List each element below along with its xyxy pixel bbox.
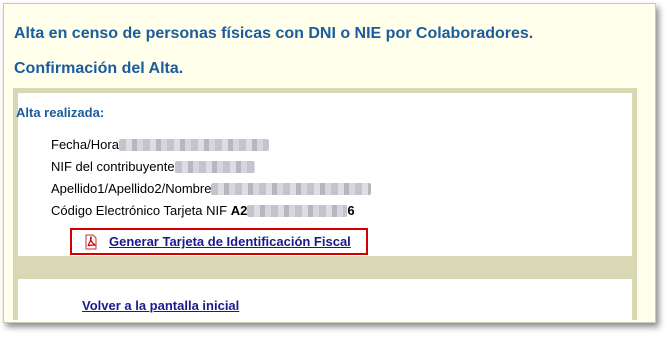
confirmation-window: Alta en censo de personas físicas con DN… bbox=[3, 3, 656, 323]
redacted-value bbox=[247, 204, 348, 217]
pdf-icon[interactable] bbox=[83, 234, 99, 250]
page-title: Alta en censo de personas físicas con DN… bbox=[14, 25, 534, 42]
redacted-value bbox=[174, 160, 255, 173]
page-subtitle: Confirmación del Alta. bbox=[14, 60, 184, 77]
redacted-value bbox=[211, 182, 372, 195]
redacted-value bbox=[118, 138, 269, 151]
field-label: NIF del contribuyente bbox=[51, 159, 175, 174]
field-label: Código Electrónico Tarjeta NIF bbox=[51, 203, 228, 218]
code-prefix: A2 bbox=[230, 203, 248, 218]
section-title: Alta realizada: bbox=[16, 105, 105, 120]
generate-card-link[interactable]: Generar Tarjeta de Identificación Fiscal bbox=[109, 234, 351, 249]
code-suffix: 6 bbox=[347, 203, 355, 218]
field-nif-contribuyente: NIF del contribuyente bbox=[51, 159, 255, 174]
field-fecha-hora: Fecha/Hora bbox=[51, 137, 269, 152]
field-label: Fecha/Hora bbox=[51, 137, 119, 152]
field-codigo-tarjeta: Código Electrónico Tarjeta NIF A2 6 bbox=[51, 203, 355, 218]
back-to-home-link[interactable]: Volver a la pantalla inicial bbox=[82, 298, 239, 313]
field-label: Apellido1/Apellido2/Nombre bbox=[51, 181, 212, 196]
field-nombre: Apellido1/Apellido2/Nombre bbox=[51, 181, 372, 196]
generate-card-highlight[interactable]: Generar Tarjeta de Identificación Fiscal bbox=[70, 228, 368, 255]
